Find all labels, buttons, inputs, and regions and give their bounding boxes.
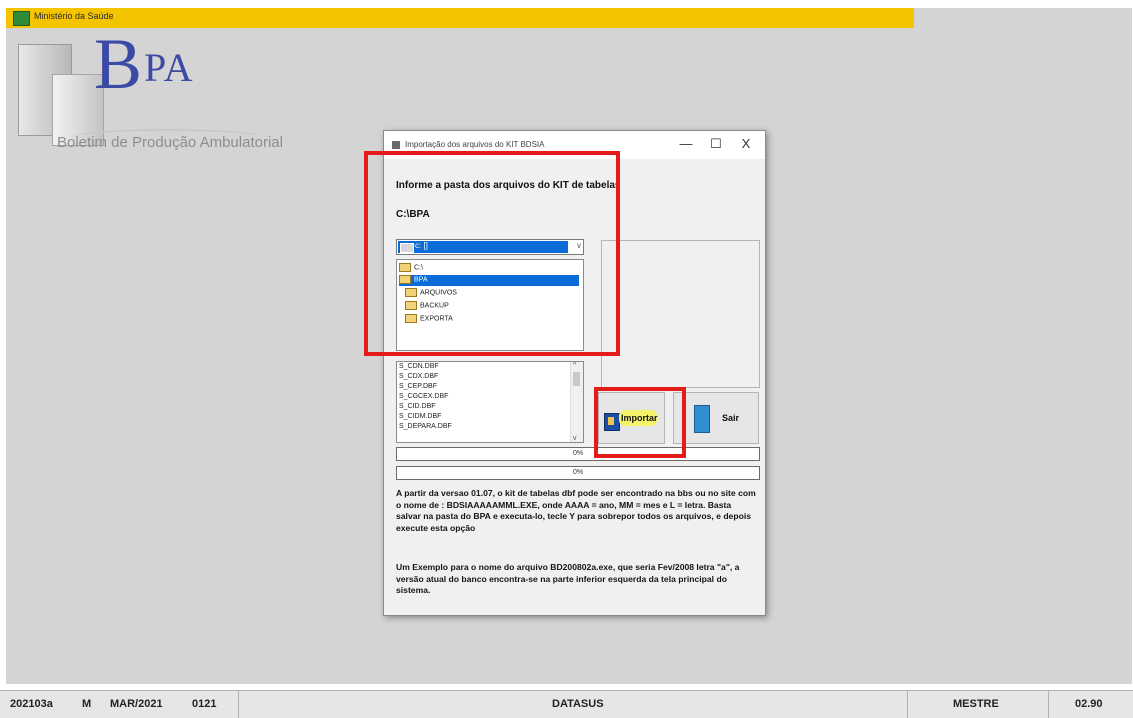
- status-separator: [907, 691, 908, 718]
- status-separator: [238, 691, 239, 718]
- file-item[interactable]: S_CGCEX.DBF: [399, 393, 448, 400]
- status-code: 0121: [192, 698, 217, 710]
- status-version: 02.90: [1075, 698, 1103, 710]
- scroll-down-icon[interactable]: v: [573, 435, 577, 442]
- close-button[interactable]: X: [736, 136, 756, 151]
- progress-bar-1: 0%: [396, 447, 760, 461]
- status-center: DATASUS: [552, 698, 604, 710]
- file-item[interactable]: S_CID.DBF: [399, 403, 436, 410]
- file-item[interactable]: S_CDN.DBF: [399, 363, 439, 370]
- info-note-2: Um Exemplo para o nome do arquivo BD2008…: [396, 562, 740, 595]
- status-user: MESTRE: [953, 698, 999, 710]
- file-list-scrollbar[interactable]: ^ v: [570, 362, 583, 442]
- highlight-box-import: [594, 387, 686, 458]
- file-item[interactable]: S_DEPARA.DBF: [399, 423, 452, 430]
- dialog-title: Importação dos arquivos do KIT BDSIA: [405, 140, 545, 149]
- file-item[interactable]: S_CEP.DBF: [399, 383, 437, 390]
- progress-text-2: 0%: [572, 469, 584, 476]
- exit-door-icon: [694, 405, 710, 433]
- scroll-thumb[interactable]: [573, 372, 580, 386]
- app-title-bar: Ministério da Saúde: [6, 8, 914, 28]
- app-title: Ministério da Saúde: [34, 11, 114, 21]
- logo-small-letters: PA: [144, 45, 194, 90]
- minimize-button[interactable]: —: [676, 136, 696, 151]
- highlight-box-folder: [364, 151, 620, 356]
- info-note-1: A partir da versao 01.07, o kit de tabel…: [396, 488, 756, 533]
- bpa-logo: B PA Boletim de Produção Ambulatorial: [12, 28, 302, 184]
- dialog-app-icon: [392, 141, 400, 149]
- scroll-up-icon[interactable]: ^: [573, 362, 576, 369]
- logo-big-letter: B: [94, 24, 143, 104]
- file-list[interactable]: S_CDN.DBF S_CDX.DBF S_CEP.DBF S_CGCEX.DB…: [396, 361, 584, 443]
- status-separator: [1048, 691, 1049, 718]
- progress-text-1: 0%: [572, 450, 584, 457]
- progress-bar-2: 0%: [396, 466, 760, 480]
- maximize-button[interactable]: ☐: [706, 136, 726, 152]
- ministry-logo-icon: [13, 11, 30, 26]
- status-mode: M: [82, 698, 92, 710]
- status-db-version: 202103a: [10, 698, 53, 710]
- exit-label: Sair: [722, 413, 740, 423]
- status-period: MAR/2021: [110, 698, 163, 710]
- logo-subtitle: Boletim de Produção Ambulatorial: [57, 134, 283, 151]
- file-item[interactable]: S_CIDM.DBF: [399, 413, 441, 420]
- file-item[interactable]: S_CDX.DBF: [399, 373, 438, 380]
- status-bar: 202103a M MAR/2021 0121 DATASUS MESTRE 0…: [0, 690, 1133, 718]
- preview-panel: [601, 240, 760, 388]
